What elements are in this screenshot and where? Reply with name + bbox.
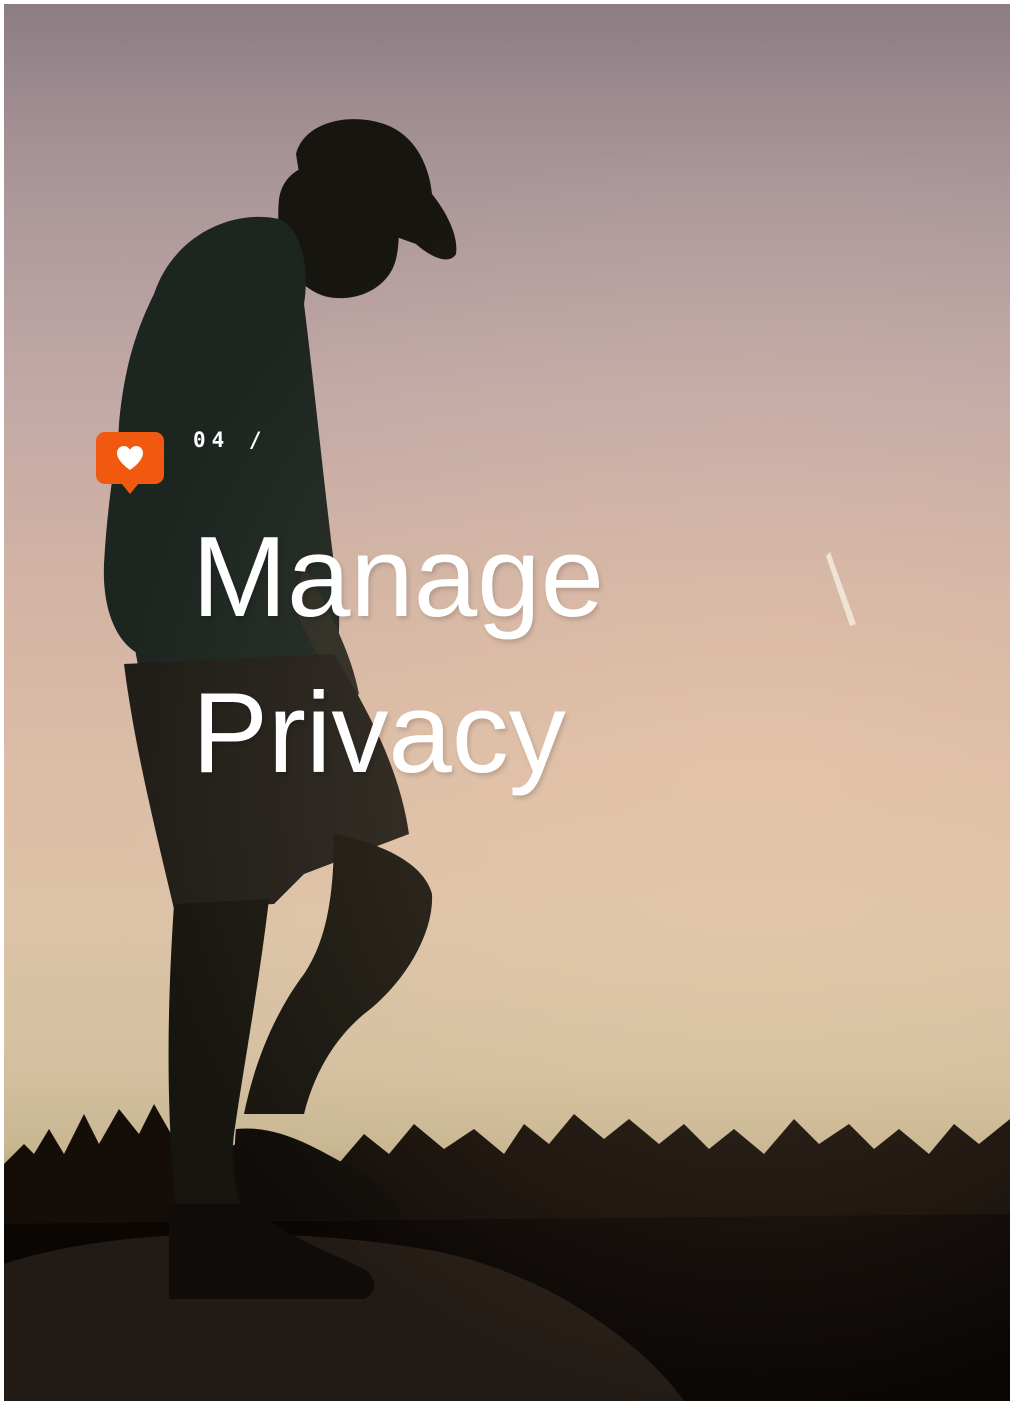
title-line-2: Privacy (192, 670, 566, 797)
page-title: Manage Privacy (192, 500, 604, 812)
title-line-1: Manage (192, 514, 604, 641)
slide: 04 / Manage Privacy (0, 0, 1011, 1401)
heart-icon (117, 446, 143, 470)
notification-badge (96, 432, 164, 494)
section-number: 04 / (193, 428, 268, 452)
